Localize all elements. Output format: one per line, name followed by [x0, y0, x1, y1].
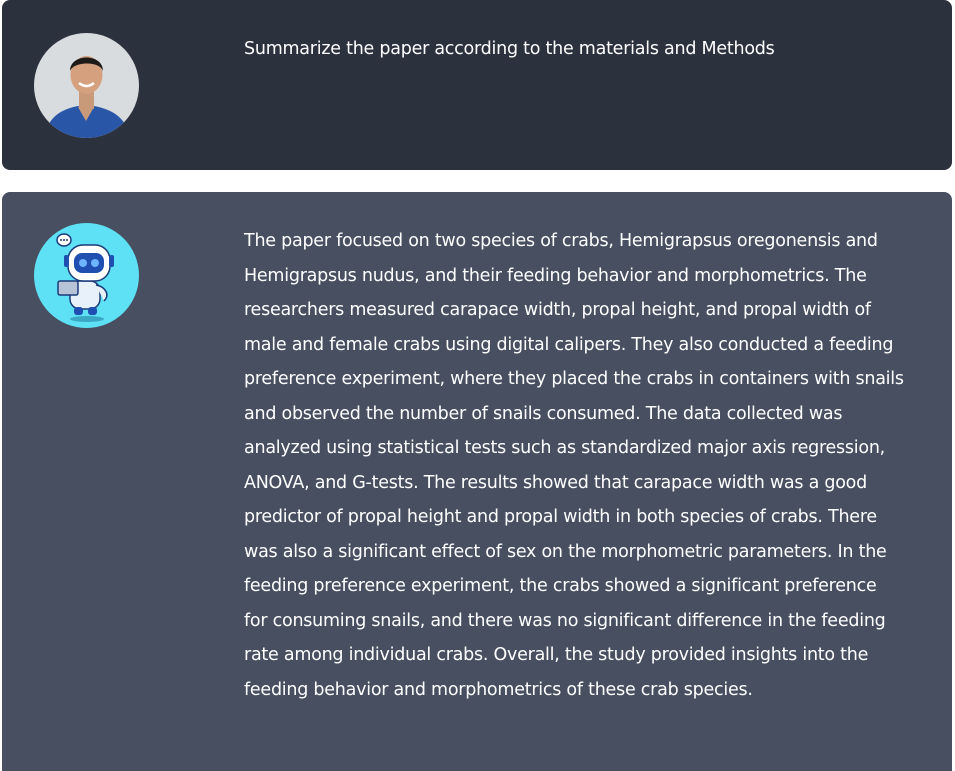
user-avatar: [34, 33, 139, 138]
user-message-text: Summarize the paper according to the mat…: [244, 39, 775, 59]
user-message: Summarize the paper according to the mat…: [2, 0, 952, 170]
chat-page: Summarize the paper according to the mat…: [0, 0, 955, 771]
robot-avatar-icon: [34, 223, 139, 328]
assistant-message: The paper focused on two species of crab…: [2, 192, 952, 771]
assistant-message-text: The paper focused on two species of crab…: [244, 231, 904, 700]
